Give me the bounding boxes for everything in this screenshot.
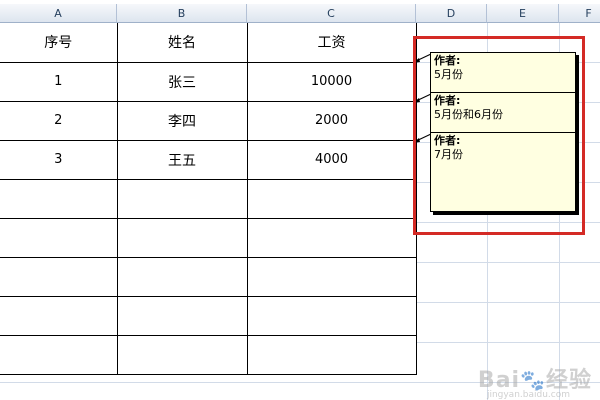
empty-row: [0, 256, 417, 297]
empty-cell[interactable]: [0, 334, 118, 375]
empty-cell[interactable]: [116, 334, 248, 375]
highlight-box: [413, 36, 585, 235]
header-cell-salary[interactable]: 工资: [246, 23, 417, 63]
empty-cell[interactable]: [246, 334, 417, 375]
cell-index[interactable]: 3: [0, 139, 118, 180]
table-header-row: 序号 姓名 工资: [0, 23, 417, 63]
cell-salary[interactable]: 2000: [246, 100, 417, 141]
empty-cell[interactable]: [246, 178, 417, 219]
empty-cell[interactable]: [246, 295, 417, 336]
empty-row: [0, 295, 417, 336]
header-cell-name[interactable]: 姓名: [116, 23, 248, 63]
column-header-c[interactable]: C: [247, 4, 416, 23]
cell-salary[interactable]: 10000: [246, 61, 417, 102]
column-header-d[interactable]: D: [416, 4, 487, 23]
cell-name[interactable]: 张三: [116, 61, 248, 102]
cell-index[interactable]: 2: [0, 100, 118, 141]
column-header-label: D: [446, 6, 456, 20]
cell-index[interactable]: 1: [0, 61, 118, 102]
empty-row: [0, 334, 417, 375]
column-header-label: F: [585, 6, 592, 20]
data-table: 序号 姓名 工资 1 张三 10000 2 李四 2000 3 王五 4000: [0, 23, 417, 375]
empty-cell[interactable]: [0, 256, 118, 297]
empty-cell[interactable]: [0, 217, 118, 258]
empty-cell[interactable]: [116, 178, 248, 219]
column-header-label: B: [177, 6, 186, 20]
empty-cell[interactable]: [116, 295, 248, 336]
column-header-b[interactable]: B: [117, 4, 247, 23]
empty-cell[interactable]: [246, 256, 417, 297]
empty-cell[interactable]: [116, 217, 248, 258]
cell-salary[interactable]: 4000: [246, 139, 417, 180]
empty-row: [0, 178, 417, 219]
table-row: 3 王五 4000: [0, 139, 417, 180]
watermark-url: jingyan.baidu.com: [486, 390, 570, 400]
column-header-label: E: [519, 6, 526, 20]
empty-cell[interactable]: [0, 178, 118, 219]
column-header-f[interactable]: F: [559, 4, 600, 23]
empty-cell[interactable]: [246, 217, 417, 258]
cell-name[interactable]: 李四: [116, 100, 248, 141]
table-row: 1 张三 10000: [0, 61, 417, 102]
cell-name[interactable]: 王五: [116, 139, 248, 180]
empty-row: [0, 217, 417, 258]
empty-cell[interactable]: [0, 295, 118, 336]
table-row: 2 李四 2000: [0, 100, 417, 141]
paw-icon: 🐾: [520, 368, 546, 392]
column-header-label: C: [327, 6, 335, 20]
header-cell-index[interactable]: 序号: [0, 23, 118, 63]
empty-cell[interactable]: [116, 256, 248, 297]
column-header-e[interactable]: E: [487, 4, 559, 23]
column-header-a[interactable]: A: [0, 4, 117, 23]
column-header-label: A: [54, 6, 62, 20]
